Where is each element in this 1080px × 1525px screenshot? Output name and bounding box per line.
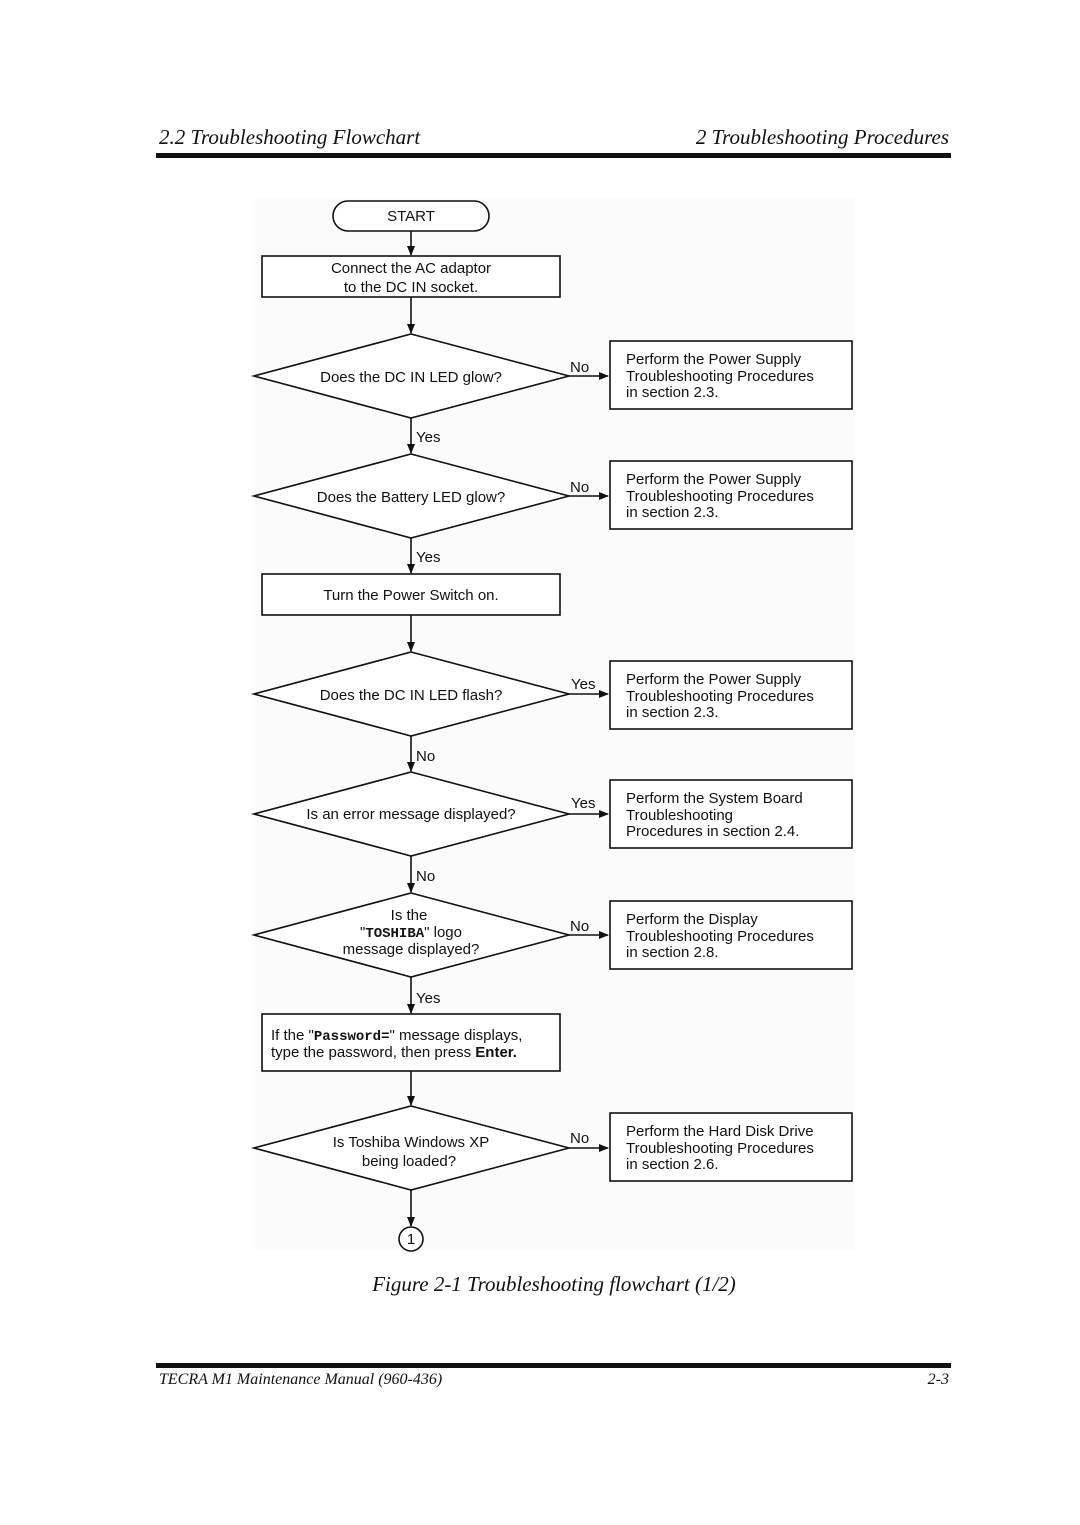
step-connect-line: to the DC IN socket. [344,279,478,296]
connector-label: 1 [407,1231,415,1248]
action-line: in section 2.3. [626,504,719,521]
decision-q5-line: Is the [391,907,428,924]
decision-q5-line: message displayed? [343,941,480,958]
action-line: Perform the Power Supply [626,351,802,368]
branch-label: Yes [571,676,595,693]
step-password-line: If the "Password=" message displays, [271,1027,522,1045]
decision-q1-text: Does the DC IN LED glow? [320,369,502,386]
action-line: Troubleshooting Procedures [626,488,814,505]
action-line: Perform the Display [626,911,758,928]
action-line: Troubleshooting Procedures [626,1140,814,1157]
text: If the " [271,1027,314,1044]
branch-label: No [416,748,435,765]
action-line: in section 2.6. [626,1156,719,1173]
decision-q6-line: being loaded? [362,1153,456,1170]
branch-label: No [570,1130,589,1147]
action-line: in section 2.8. [626,944,719,961]
enter-key-text: Enter. [475,1044,517,1061]
password-prompt-text: Password= [314,1029,390,1045]
action-line: Perform the Power Supply [626,471,802,488]
manual-title: TECRA M1 Maintenance Manual (960-436) [159,1371,443,1388]
branch-label: No [416,868,435,885]
branch-label: No [570,918,589,935]
figure-caption: Figure 2-1 Troubleshooting flowchart (1/… [372,1272,736,1296]
branch-label: Yes [416,549,440,566]
branch-label: Yes [571,795,595,812]
action-line: Perform the System Board [626,790,803,807]
decision-q2-text: Does the Battery LED glow? [317,489,505,506]
text: type the password, then press [271,1044,475,1061]
action-line: Perform the Hard Disk Drive [626,1123,814,1140]
action-line: Perform the Power Supply [626,671,802,688]
branch-label: No [570,479,589,496]
decision-q6-line: Is Toshiba Windows XP [333,1134,489,1151]
decision-q4-text: Is an error message displayed? [306,806,515,823]
text: " message displays, [389,1027,522,1044]
action-line: Troubleshooting Procedures [626,368,814,385]
branch-label: Yes [416,990,440,1007]
decision-q3-text: Does the DC IN LED flash? [320,687,503,704]
action-line: in section 2.3. [626,384,719,401]
step-password-line: type the password, then press Enter. [271,1044,517,1061]
branch-label: No [570,359,589,376]
logo-text: " logo [424,924,462,941]
action-line: Troubleshooting Procedures [626,928,814,945]
page-number: 2-3 [927,1371,949,1388]
action-line: in section 2.3. [626,704,719,721]
step-connect-line: Connect the AC adaptor [331,260,491,277]
start-label: START [387,208,435,225]
action-line: Troubleshooting [626,807,733,824]
footer-rule [156,1363,951,1368]
step-power-text: Turn the Power Switch on. [323,587,498,604]
decision-q5-line: "TOSHIBA" logo [360,924,462,942]
branch-label: Yes [416,429,440,446]
action-line: Troubleshooting Procedures [626,688,814,705]
action-line: Procedures in section 2.4. [626,823,799,840]
toshiba-logo-text: TOSHIBA [365,926,424,942]
